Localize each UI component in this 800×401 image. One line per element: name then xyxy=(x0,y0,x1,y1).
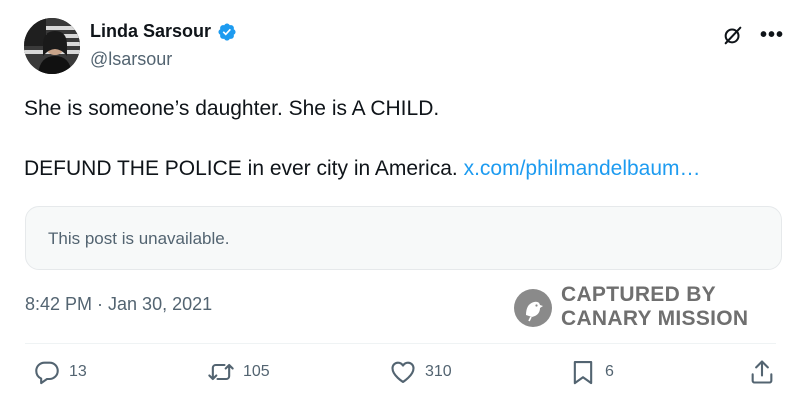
reply-button[interactable]: 13 xyxy=(33,358,87,386)
grok-icon[interactable] xyxy=(722,24,744,46)
tweet-header: Linda Sarsour @lsarsour ••• xyxy=(24,18,784,76)
heart-icon xyxy=(391,361,415,383)
more-options-icon[interactable]: ••• xyxy=(760,25,784,45)
tweet-line-2-text: DEFUND THE POLICE in ever city in Americ… xyxy=(24,157,458,180)
bookmark-icon xyxy=(573,361,593,385)
repost-count: 105 xyxy=(243,363,270,380)
watermark-line-1: CAPTURED BY xyxy=(561,283,716,306)
share-icon xyxy=(751,360,773,384)
reply-count: 13 xyxy=(69,363,87,380)
watermark-line-2: CANARY MISSION xyxy=(561,307,749,330)
watermark-text: CAPTURED BY CANARY MISSION xyxy=(561,283,748,331)
tweet-body: She is someone’s daughter. She is A CHIL… xyxy=(24,96,776,182)
tweet-link[interactable]: x.com/philmandelbaum… xyxy=(464,157,701,180)
repost-button[interactable]: 105 xyxy=(207,358,270,386)
handle[interactable]: @lsarsour xyxy=(90,49,172,70)
bookmark-button[interactable]: 6 xyxy=(569,358,614,386)
divider xyxy=(25,343,776,344)
tweet-line-1: She is someone’s daughter. She is A CHIL… xyxy=(24,97,440,120)
like-count: 310 xyxy=(425,363,452,380)
share-button[interactable] xyxy=(748,358,776,386)
timestamp[interactable]: 8:42 PM · Jan 30, 2021 xyxy=(25,294,212,315)
canary-logo-icon xyxy=(514,289,552,327)
repost-icon xyxy=(208,363,234,381)
watermark: CAPTURED BY CANARY MISSION xyxy=(513,283,773,333)
verified-badge-icon xyxy=(218,22,236,41)
tweet-line-2: DEFUND THE POLICE in ever city in Americ… xyxy=(24,156,776,182)
bookmark-count: 6 xyxy=(605,363,614,380)
like-button[interactable]: 310 xyxy=(389,358,452,386)
avatar[interactable] xyxy=(24,18,80,74)
reply-icon xyxy=(35,361,59,385)
display-name[interactable]: Linda Sarsour xyxy=(90,21,211,42)
profile-photo-icon xyxy=(24,18,80,74)
quoted-post-unavailable-text: This post is unavailable. xyxy=(48,229,230,248)
engagement-bar: 13 105 310 6 xyxy=(0,358,800,394)
quoted-post-card: This post is unavailable. xyxy=(25,206,782,270)
